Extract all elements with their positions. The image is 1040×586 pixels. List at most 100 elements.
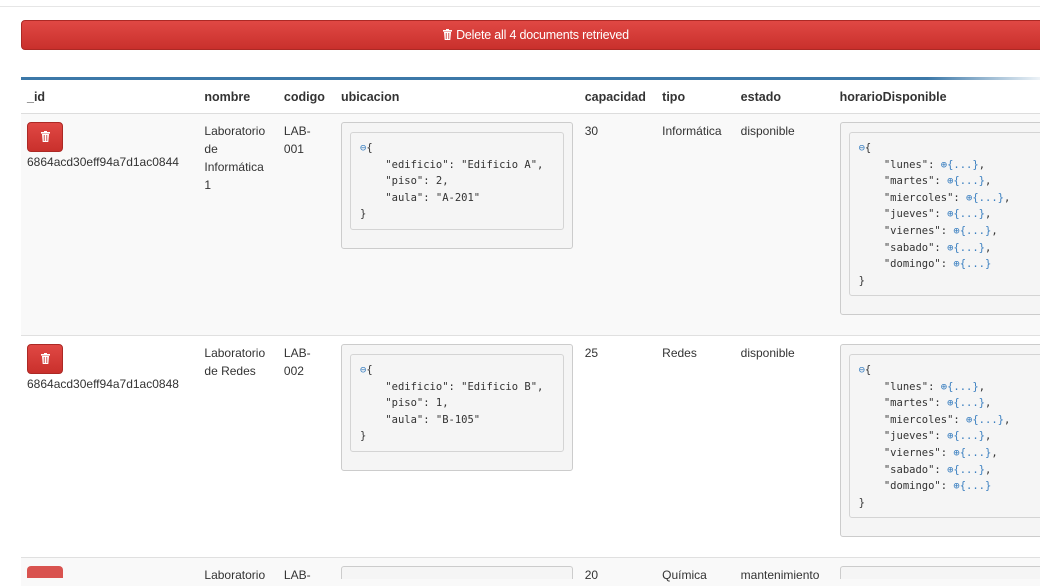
expand-icon[interactable]: ⊕{...}: [953, 258, 991, 270]
json-line: "piso": 2,: [360, 175, 449, 187]
json-text: "domingo":: [859, 480, 954, 492]
json-line: }: [360, 430, 366, 442]
nombre-cell: Laboratorio de Redes: [198, 336, 278, 558]
expand-icon[interactable]: ⊕{...}: [947, 208, 985, 220]
horario-cell: [834, 558, 1040, 586]
json-line: "edificio": "Edificio B",: [360, 381, 543, 393]
json-text: ,: [985, 397, 991, 409]
tipo-cell: Química: [656, 558, 735, 586]
delete-all-button[interactable]: Delete all 4 documents retrieved: [21, 20, 1040, 50]
json-line: }: [360, 208, 366, 220]
json-text: ,: [985, 242, 991, 254]
horario-json-panel: ⊖{ "lunes": ⊕{...}, "martes": ⊕{...}, "m…: [840, 344, 1040, 537]
json-text: "sabado":: [859, 242, 948, 254]
expand-icon[interactable]: ⊕{...}: [947, 430, 985, 442]
json-text: "viernes":: [859, 447, 954, 459]
column-header-estado[interactable]: estado: [735, 80, 834, 114]
ubicacion-cell: ⊖{ "edificio": "Edificio A", "piso": 2, …: [335, 114, 579, 336]
document-id: 6864acd30eff94a7d1ac0848: [27, 375, 192, 393]
documents-table: _id nombre codigo ubicacion capacidad ti…: [21, 80, 1040, 586]
json-text: {: [865, 364, 871, 376]
capacidad-cell: 25: [579, 336, 656, 558]
json-text: "martes":: [859, 175, 948, 187]
capacidad-cell: 30: [579, 114, 656, 336]
column-header-id[interactable]: _id: [21, 80, 198, 114]
expand-icon[interactable]: ⊕{...}: [953, 447, 991, 459]
json-text: ,: [979, 159, 985, 171]
json-line: "miercoles": ⊕{...},: [859, 192, 1011, 204]
ubicacion-json-panel: ⊖{ "edificio": "Edificio A", "piso": 2, …: [341, 122, 573, 249]
json-line: "edificio": "Edificio A",: [360, 159, 543, 171]
nombre-cell: Laboratorio: [198, 558, 278, 586]
json-text: "martes":: [859, 397, 948, 409]
table-header-row: _id nombre codigo ubicacion capacidad ti…: [21, 80, 1040, 114]
id-cell: 6864acd30eff94a7d1ac0844: [21, 114, 198, 336]
id-cell: [21, 558, 198, 586]
json-line: "jueves": ⊕{...},: [859, 430, 992, 442]
json-line: "piso": 1,: [360, 397, 449, 409]
json-line: "martes": ⊕{...},: [859, 397, 992, 409]
expand-icon[interactable]: ⊕{...}: [947, 242, 985, 254]
expand-icon[interactable]: ⊕{...}: [941, 381, 979, 393]
expand-icon[interactable]: ⊕{...}: [953, 480, 991, 492]
json-line: "domingo": ⊕{...}: [859, 258, 992, 270]
ubicacion-cell: [335, 558, 579, 586]
delete-document-button[interactable]: [27, 344, 63, 374]
horario-json: ⊖{ "lunes": ⊕{...}, "martes": ⊕{...}, "m…: [849, 354, 1040, 518]
expand-icon[interactable]: ⊕{...}: [947, 397, 985, 409]
column-header-codigo[interactable]: codigo: [278, 80, 335, 114]
json-text: "miercoles":: [859, 414, 966, 426]
json-text: ,: [979, 381, 985, 393]
delete-all-label: Delete all 4 documents retrieved: [456, 28, 629, 42]
trash-icon: [41, 131, 50, 142]
nombre-cell: Laboratorio de Informática 1: [198, 114, 278, 336]
expand-icon[interactable]: ⊕{...}: [947, 175, 985, 187]
json-line: "sabado": ⊕{...},: [859, 242, 992, 254]
json-text: "domingo":: [859, 258, 954, 270]
table-row: 6864acd30eff94a7d1ac0848 Laboratorio de …: [21, 336, 1040, 558]
codigo-cell: LAB-001: [278, 114, 335, 336]
expand-icon[interactable]: ⊕{...}: [953, 225, 991, 237]
json-line: "martes": ⊕{...},: [859, 175, 992, 187]
column-header-nombre[interactable]: nombre: [198, 80, 278, 114]
json-text: "lunes":: [859, 159, 941, 171]
json-line: ⊖{: [859, 142, 872, 154]
json-line: "viernes": ⊕{...},: [859, 447, 998, 459]
ubicacion-json-panel: ⊖{ "edificio": "Edificio B", "piso": 1, …: [341, 344, 573, 471]
column-header-tipo[interactable]: tipo: [656, 80, 735, 114]
column-header-capacidad[interactable]: capacidad: [579, 80, 656, 114]
column-header-ubicacion[interactable]: ubicacion: [335, 80, 579, 114]
json-text: ,: [991, 225, 997, 237]
horario-cell: ⊖{ "lunes": ⊕{...}, "martes": ⊕{...}, "m…: [834, 114, 1040, 336]
json-line: "lunes": ⊕{...},: [859, 159, 985, 171]
trash-icon: [41, 353, 50, 364]
capacidad-cell: 20: [579, 558, 656, 586]
horario-json-panel: [840, 566, 1040, 579]
json-text: "jueves":: [859, 430, 948, 442]
ubicacion-json-panel: [341, 566, 573, 579]
delete-document-button[interactable]: [27, 122, 63, 152]
json-line: ⊖{: [859, 364, 872, 376]
json-text: ,: [985, 175, 991, 187]
json-line: "miercoles": ⊕{...},: [859, 414, 1011, 426]
json-line: "lunes": ⊕{...},: [859, 381, 985, 393]
document-id: 6864acd30eff94a7d1ac0844: [27, 153, 192, 171]
expand-icon[interactable]: ⊕{...}: [941, 159, 979, 171]
column-header-horario[interactable]: horarioDisponible: [834, 80, 1040, 114]
json-line: }: [859, 497, 865, 509]
top-border: [0, 6, 1040, 7]
delete-document-button[interactable]: [27, 566, 63, 578]
expand-icon[interactable]: ⊕{...}: [966, 192, 1004, 204]
table-row: 6864acd30eff94a7d1ac0844 Laboratorio de …: [21, 114, 1040, 336]
json-text: "miercoles":: [859, 192, 966, 204]
horario-json: ⊖{ "lunes": ⊕{...}, "martes": ⊕{...}, "m…: [849, 132, 1040, 296]
expand-icon[interactable]: ⊕{...}: [947, 464, 985, 476]
json-text: ,: [1004, 414, 1010, 426]
json-text: "viernes":: [859, 225, 954, 237]
ubicacion-cell: ⊖{ "edificio": "Edificio B", "piso": 1, …: [335, 336, 579, 558]
json-text: }: [859, 497, 865, 509]
json-line: "jueves": ⊕{...},: [859, 208, 992, 220]
json-text: {: [865, 142, 871, 154]
expand-icon[interactable]: ⊕{...}: [966, 414, 1004, 426]
table-row: Laboratorio LAB- 20 Química mantenimient…: [21, 558, 1040, 586]
